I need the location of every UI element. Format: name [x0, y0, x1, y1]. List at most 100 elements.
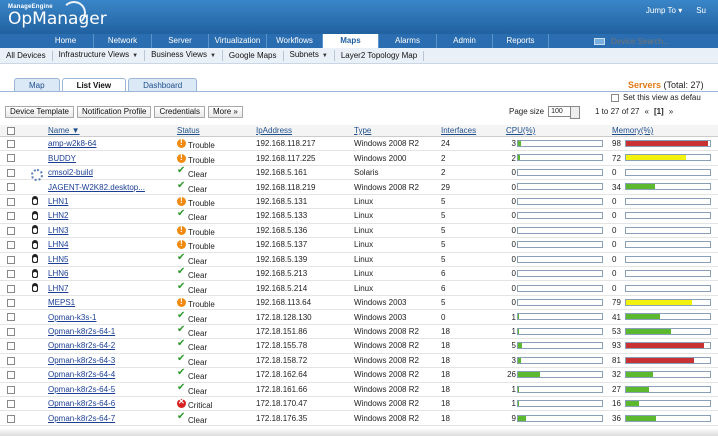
row-checkbox[interactable] — [7, 212, 15, 221]
table-row[interactable]: LHN5 Clear 192.168.5.139 Linux 5 0 0 — [0, 252, 718, 267]
set-default-checkbox[interactable] — [611, 93, 619, 102]
row-checkbox[interactable] — [7, 284, 15, 293]
row-checkbox[interactable] — [7, 270, 15, 279]
row-checkbox[interactable] — [7, 140, 15, 148]
nav-tab-virtualization[interactable]: Virtualization — [209, 34, 267, 48]
row-checkbox[interactable] — [7, 356, 15, 365]
table-row[interactable]: Opman-k8r2s-64-6 Critical 172.18.170.47 Win… — [0, 397, 718, 412]
subnav-item-layer2-topology-map[interactable]: Layer2 Topology Map — [335, 50, 425, 61]
row-checkbox[interactable] — [7, 385, 15, 394]
nav-tab-alarms[interactable]: Alarms — [379, 34, 437, 48]
subnav-item-all-devices[interactable]: All Devices — [0, 50, 53, 61]
device-name-link[interactable]: LHN4 — [48, 238, 68, 251]
jump-to-menu[interactable]: Jump To ▾ — [646, 6, 682, 15]
device-monitor-icon[interactable] — [594, 37, 605, 45]
device-search-input[interactable] — [608, 35, 718, 47]
device-name-link[interactable]: LHN3 — [48, 224, 68, 237]
row-checkbox[interactable] — [7, 327, 15, 336]
device-name-link[interactable]: cmsol2-build — [48, 166, 93, 179]
device-name-link[interactable]: Opman-k8r2s-64-1 — [48, 325, 115, 338]
subnav-item-business-views[interactable]: Business Views ▼ — [145, 50, 223, 61]
table-row[interactable]: Opman-k8r2s-64-4 Clear 172.18.162.64 Window… — [0, 367, 718, 383]
tab-list-view[interactable]: List View — [61, 78, 127, 91]
device-name-link[interactable]: LHN2 — [48, 209, 68, 222]
col-cpu-header[interactable]: CPU(%) — [506, 125, 535, 137]
device-template-button[interactable]: Device Template — [5, 106, 74, 118]
table-row[interactable]: MEPS1 Trouble 192.168.113.64 Windows 2003 5 0… — [0, 296, 718, 311]
table-row[interactable]: amp-w2k8-64 Trouble 192.168.118.217 Windows… — [0, 137, 718, 152]
col-memory-header[interactable]: Memory(%) — [612, 125, 653, 137]
nav-tab-network[interactable]: Network — [94, 34, 152, 48]
row-checkbox[interactable] — [7, 371, 15, 380]
device-name-link[interactable]: Opman-k8r2s-64-3 — [48, 354, 115, 367]
opmanager-logo[interactable]: ManageEngine OpManager — [8, 4, 107, 28]
row-checkbox[interactable] — [7, 183, 15, 192]
table-row[interactable]: LHN2 Clear 192.168.5.133 Linux 5 0 0 — [0, 208, 718, 224]
device-name-link[interactable]: Opman-k3s-1 — [48, 310, 96, 323]
subnav-item-subnets[interactable]: Subnets ▼ — [284, 50, 335, 61]
row-checkbox[interactable] — [7, 342, 15, 351]
col-ip-header[interactable]: IpAddress — [256, 125, 292, 137]
row-checkbox[interactable] — [7, 255, 15, 264]
row-checkbox[interactable] — [7, 168, 15, 177]
table-row[interactable]: Opman-k8r2s-64-1 Clear 172.18.151.86 Window… — [0, 324, 718, 340]
table-row[interactable]: BUDDY Trouble 192.168.117.225 Windows 2000 2… — [0, 151, 718, 166]
device-name-link[interactable]: LHN6 — [48, 267, 68, 280]
device-name-link[interactable]: Opman-k8r2s-64-2 — [48, 339, 115, 352]
table-row[interactable]: LHN1 Trouble 192.168.5.131 Linux 5 0 0 — [0, 195, 718, 210]
col-status-header[interactable]: Status — [177, 125, 200, 137]
device-name-link[interactable]: LHN7 — [48, 282, 68, 295]
credentials-button[interactable]: Credentials — [154, 106, 205, 118]
row-checkbox[interactable] — [7, 197, 15, 206]
table-row[interactable]: LHN3 Trouble 192.168.5.136 Linux 5 0 0 — [0, 224, 718, 239]
table-row[interactable]: JAGENT-W2K82.desktop... Clear 192.168.118.… — [0, 180, 718, 195]
next-page-button[interactable]: » — [669, 107, 673, 116]
page-size-select[interactable]: 100 — [548, 106, 581, 119]
device-name-link[interactable]: BUDDY — [48, 151, 76, 164]
nav-tab-reports[interactable]: Reports — [493, 34, 549, 48]
row-checkbox[interactable] — [7, 154, 15, 163]
prev-page-button[interactable]: « — [644, 107, 648, 116]
tab-map[interactable]: Map — [14, 78, 60, 91]
table-row[interactable]: LHN6 Clear 192.168.5.213 Linux 6 0 0 — [0, 266, 718, 282]
device-name-link[interactable]: Opman-k8r2s-64-7 — [48, 412, 115, 425]
row-checkbox[interactable] — [7, 241, 15, 250]
row-checkbox[interactable] — [7, 313, 15, 322]
table-row[interactable]: Opman-k8r2s-64-5 Clear 172.18.161.66 Window… — [0, 382, 718, 398]
device-name-link[interactable]: Opman-k8r2s-64-5 — [48, 383, 115, 396]
subnav-item-infrastructure-views[interactable]: Infrastructure Views ▼ — [53, 50, 146, 61]
device-name-link[interactable]: MEPS1 — [48, 296, 75, 309]
table-row[interactable]: cmsol2-build Clear 192.168.5.161 Solaris 2 0 0 — [0, 165, 718, 181]
nav-tab-maps[interactable]: Maps — [323, 34, 379, 48]
more-button[interactable]: More » — [207, 106, 243, 118]
device-name-link[interactable]: LHN1 — [48, 195, 68, 208]
device-name-link[interactable]: JAGENT-W2K82.desktop... — [48, 180, 145, 193]
support-link[interactable]: Su — [696, 6, 706, 15]
row-checkbox[interactable] — [7, 226, 15, 235]
col-type-header[interactable]: Type — [354, 125, 371, 137]
row-checkbox[interactable] — [7, 400, 15, 409]
col-name-header[interactable]: Name ▼ — [48, 125, 79, 137]
notification-profile-button[interactable]: Notification Profile — [77, 106, 152, 118]
nav-tab-workflows[interactable]: Workflows — [267, 34, 323, 48]
device-name-link[interactable]: LHN5 — [48, 253, 68, 266]
select-all-checkbox[interactable] — [7, 127, 15, 135]
subnav-item-google-maps[interactable]: Google Maps — [223, 50, 284, 61]
table-row[interactable]: LHN7 Clear 192.168.5.214 Linux 6 0 0 — [0, 281, 718, 296]
table-row[interactable]: Opman-k3s-1 Clear 172.18.128.130 Windows 20… — [0, 310, 718, 325]
device-name-link[interactable]: amp-w2k8-64 — [48, 137, 96, 150]
row-checkbox[interactable] — [7, 298, 15, 307]
row-checkbox[interactable] — [7, 414, 15, 423]
set-default-view[interactable]: Set this view as defau — [611, 93, 701, 102]
table-row[interactable]: LHN4 Trouble 192.168.5.137 Linux 5 0 0 — [0, 238, 718, 253]
nav-tab-server[interactable]: Server — [152, 34, 209, 48]
nav-tab-admin[interactable]: Admin — [437, 34, 493, 48]
device-name-link[interactable]: Opman-k8r2s-64-6 — [48, 397, 115, 410]
nav-tab-home[interactable]: Home — [38, 34, 94, 48]
table-row[interactable]: Opman-k8r2s-64-2 Clear 172.18.155.78 Window… — [0, 338, 718, 354]
table-row[interactable]: Opman-k8r2s-64-7 Clear 172.18.176.35 Window… — [0, 411, 718, 426]
device-name-link[interactable]: Opman-k8r2s-64-4 — [48, 368, 115, 381]
tab-dashboard[interactable]: Dashboard — [128, 78, 198, 91]
table-row[interactable]: Opman-k8r2s-64-3 Clear 172.18.158.72 Window… — [0, 353, 718, 369]
col-interfaces-header[interactable]: Interfaces — [441, 125, 476, 137]
